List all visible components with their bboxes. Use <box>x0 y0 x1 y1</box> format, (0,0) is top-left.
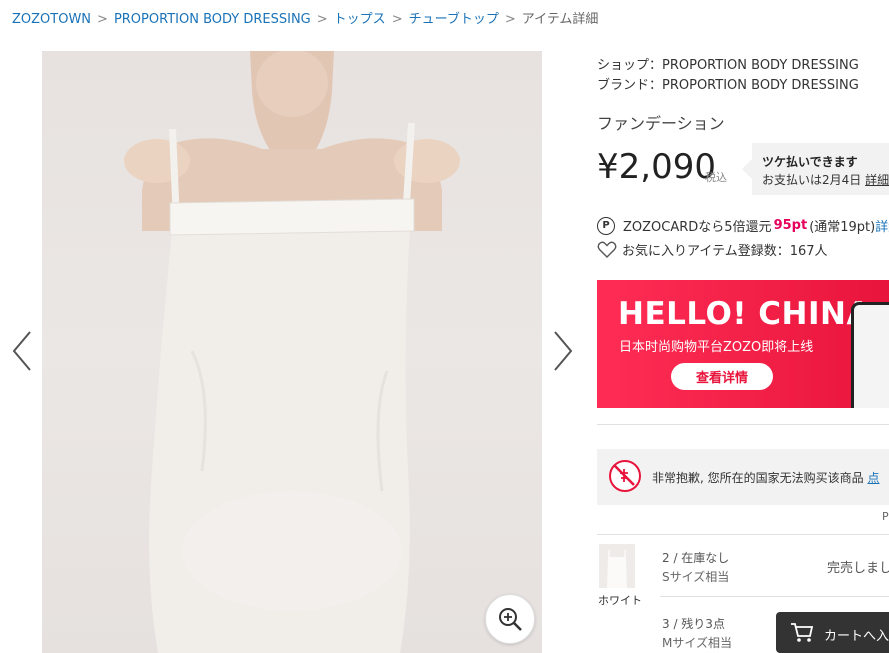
product-image[interactable] <box>42 51 542 653</box>
tax-label: 税込 <box>705 171 727 184</box>
tsuke-payment-box: ツケ払いできます お支払いは2月4日 詳細 <box>742 143 889 195</box>
next-image-arrow-icon[interactable] <box>551 330 575 372</box>
tsuke-detail-link[interactable]: 詳細 <box>865 173 889 187</box>
tsuke-date: お支払いは2月4日 <box>762 173 862 187</box>
size-number: 2 / 在庫なし <box>662 551 730 565</box>
region-notice: 非常抱歉, 您所在的国家无法购买该商品 点 <box>597 449 889 505</box>
notice-text-line: 非常抱歉, 您所在的国家无法购买该商品 点 <box>652 469 879 486</box>
size-label: Sサイズ相当 <box>662 570 730 584</box>
points-normal: (通常19pt) <box>809 220 876 235</box>
favorite-row[interactable]: お気に入りアイテム登録数：167人 <box>597 240 828 259</box>
banner-headline: HELLO! CHINA <box>618 296 871 332</box>
points-value: 95pt <box>773 218 808 233</box>
breadcrumb-separator: > <box>316 12 328 27</box>
size-label: Mサイズ相当 <box>662 636 732 650</box>
hello-china-banner[interactable]: HELLO! CHINA 日本时尚购物平台ZOZO即将上线 查看详情 <box>597 280 889 408</box>
breadcrumb-separator: > <box>97 12 108 27</box>
breadcrumb-zozotown[interactable]: ZOZOTOWN <box>12 12 91 27</box>
prohibited-icon <box>614 465 635 486</box>
no-entry-icon <box>609 460 641 492</box>
product-price: ¥2,090 <box>597 147 716 187</box>
phone-mockup-image <box>851 302 889 408</box>
zoom-in-icon <box>499 608 522 631</box>
tsuke-title: ツケ払いできます <box>762 155 858 169</box>
breadcrumb-separator: > <box>504 12 516 27</box>
stray-label: P <box>882 510 889 523</box>
points-icon: P <box>597 216 615 235</box>
points-row: P ZOZOCARDなら5倍還元 95pt (通常19pt) 詳細 <box>597 216 889 235</box>
points-prefix: ZOZOCARDなら5倍還元 <box>623 220 772 235</box>
color-name: ホワイト <box>598 594 642 607</box>
breadcrumb-brand[interactable]: PROPORTION BODY DRESSING <box>114 12 311 27</box>
divider <box>597 534 889 535</box>
favorite-count: お気に入りアイテム登録数：167人 <box>622 244 828 259</box>
breadcrumb-separator: > <box>391 12 403 27</box>
cart-button-label: カートへ入 <box>824 629 889 644</box>
notice-text: 非常抱歉, 您所在的国家无法购买该商品 <box>652 471 864 485</box>
divider <box>660 596 889 597</box>
prev-image-arrow-icon[interactable] <box>10 330 34 372</box>
brand-name[interactable]: ブランド：PROPORTION BODY DRESSING <box>597 74 859 93</box>
breadcrumb-current: アイテム詳細 <box>521 12 599 27</box>
color-thumbnail[interactable] <box>599 544 635 588</box>
divider <box>597 424 889 425</box>
product-photo <box>124 51 460 653</box>
heart-icon[interactable] <box>597 241 617 259</box>
notice-link[interactable]: 点 <box>867 471 879 485</box>
banner-view-details-button[interactable]: 查看详情 <box>671 363 773 390</box>
tsuke-date-line: お支払いは2月4日 詳細 <box>762 171 889 188</box>
breadcrumb: ZOZOTOWN > PROPORTION BODY DRESSING > トップス > チ… <box>12 8 598 27</box>
size-number: 3 / 残り3点 <box>662 617 725 631</box>
breadcrumb-tops[interactable]: トップス <box>334 12 386 27</box>
points-detail-link[interactable]: 詳細 <box>875 216 889 235</box>
camisole-thumbnail-image <box>599 544 635 588</box>
product-category: ファンデーション <box>597 114 725 133</box>
zoom-button[interactable] <box>485 594 535 644</box>
sold-out-status: 完売しまし <box>827 561 889 576</box>
add-to-cart-button[interactable]: カートへ入 <box>776 612 889 653</box>
cart-icon <box>791 623 814 642</box>
shop-name[interactable]: ショップ：PROPORTION BODY DRESSING <box>597 54 859 73</box>
breadcrumb-tube-top[interactable]: チューブトップ <box>409 12 499 27</box>
banner-subtitle: 日本时尚购物平台ZOZO即将上线 <box>619 340 814 355</box>
